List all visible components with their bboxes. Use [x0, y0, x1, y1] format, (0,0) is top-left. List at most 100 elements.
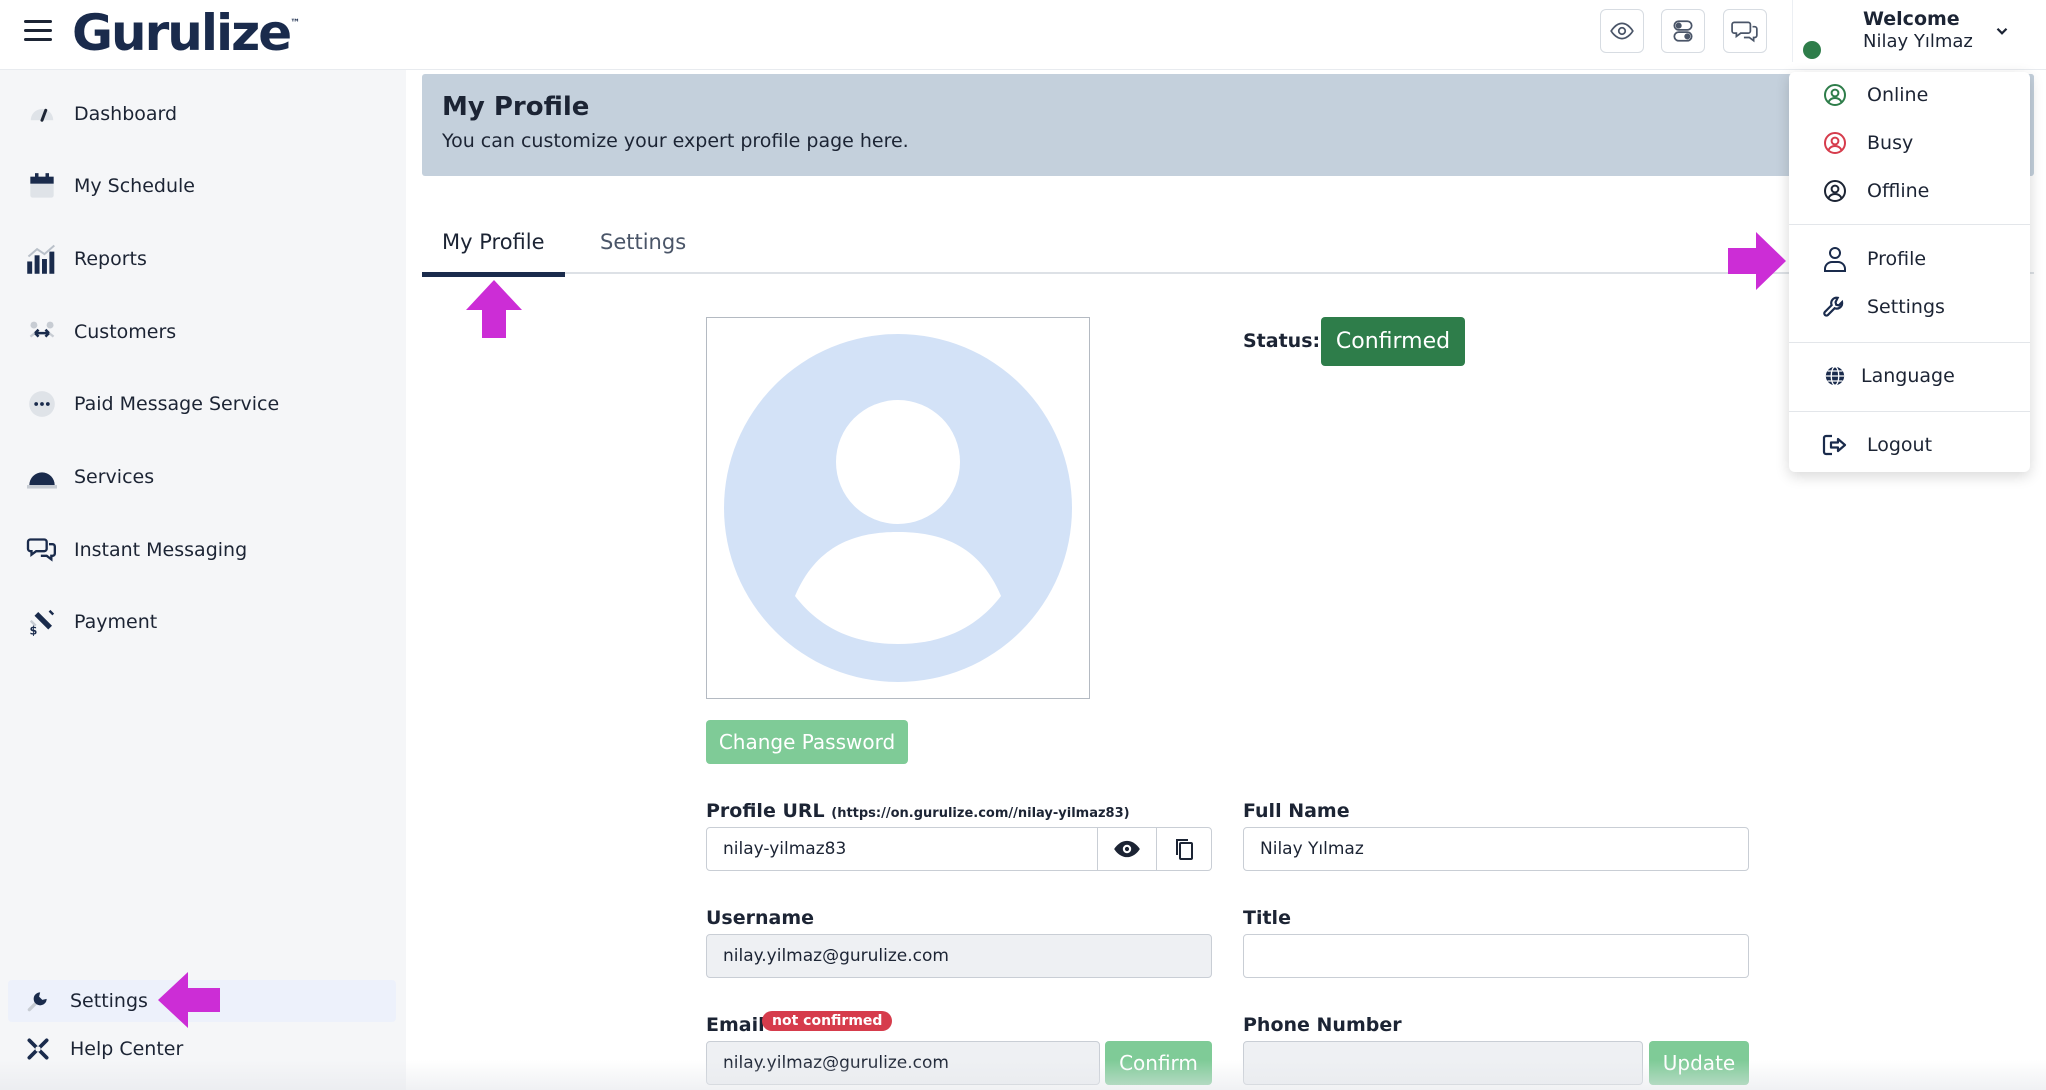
dropdown-divider: [1789, 224, 2030, 225]
toggle-icon: [1673, 20, 1693, 42]
customers-icon: [24, 314, 60, 350]
chat-icon: [1731, 21, 1758, 43]
sidebar-item-services[interactable]: Services: [24, 455, 394, 499]
copy-icon: [1176, 839, 1193, 860]
dropdown-item-language[interactable]: Language: [1789, 356, 2030, 396]
phone-number-label: Phone Number: [1243, 1014, 1402, 1036]
tools-icon: [20, 1031, 56, 1067]
sidebar-item-help-center[interactable]: Help Center: [20, 1028, 390, 1070]
title-input[interactable]: [1243, 934, 1749, 978]
copy-url-button[interactable]: [1156, 827, 1212, 871]
annotation-arrow-up-icon: [466, 280, 522, 338]
dropdown-item-label: Logout: [1867, 434, 1933, 456]
tab-settings[interactable]: Settings: [580, 230, 706, 272]
sidebar-item-label: Settings: [70, 990, 148, 1012]
tab-my-profile[interactable]: My Profile: [422, 230, 565, 277]
eye-icon: [1610, 22, 1634, 40]
dropdown-divider: [1789, 411, 2030, 412]
dropdown-item-label: Settings: [1867, 296, 1945, 318]
app-logo[interactable]: Gurulize™: [72, 4, 300, 62]
user-menu-toggle[interactable]: Welcome Nilay Yılmaz: [1792, 0, 2030, 62]
dropdown-item-logout[interactable]: Logout: [1789, 425, 2030, 465]
page-title: My Profile: [442, 92, 590, 122]
email-label: Email: [706, 1014, 765, 1036]
change-password-button[interactable]: Change Password: [706, 720, 908, 764]
sidebar-item-label: Dashboard: [74, 103, 178, 125]
sidebar-item-customers[interactable]: Customers: [24, 310, 394, 354]
dropdown-item-label: Online: [1867, 84, 1929, 106]
sidebar-item-label: Instant Messaging: [74, 539, 248, 561]
confirm-email-button[interactable]: Confirm: [1105, 1041, 1212, 1085]
wrench-icon: [20, 983, 56, 1019]
update-phone-button[interactable]: Update: [1649, 1041, 1749, 1085]
hamburger-menu-icon[interactable]: [24, 18, 54, 44]
messages-button[interactable]: [1723, 9, 1767, 53]
status-online-option[interactable]: Online: [1789, 75, 2030, 115]
username-label: Username: [706, 907, 815, 929]
sidebar-item-label: Customers: [74, 321, 177, 343]
sidebar-item-label: Services: [74, 466, 155, 488]
email-input: nilay.yilmaz@gurulize.com: [706, 1041, 1100, 1085]
payment-icon: $: [24, 604, 60, 640]
status-offline-option[interactable]: Offline: [1789, 171, 2030, 211]
annotation-arrow-left-icon: [158, 972, 220, 1028]
phone-number-input[interactable]: [1243, 1041, 1643, 1085]
sidebar-item-label: Payment: [74, 611, 158, 633]
online-status-dot: [1803, 41, 1821, 59]
full-name-label: Full Name: [1243, 800, 1350, 822]
dropdown-item-label: Offline: [1867, 180, 1930, 202]
user-name: Nilay Yılmaz: [1863, 31, 1973, 52]
dropdown-item-label: Language: [1861, 365, 1955, 387]
calendar-icon: [24, 168, 60, 204]
logout-icon: [1821, 431, 1849, 459]
sidebar-item-paid-message-service[interactable]: Paid Message Service: [24, 382, 394, 426]
sidebar: Dashboard My Schedule Reports Customers …: [0, 70, 406, 1090]
sidebar-item-label: My Schedule: [74, 175, 195, 197]
email-status-badge: not confirmed: [762, 1011, 893, 1031]
user-circle-offline-icon: [1821, 177, 1849, 205]
wrench-icon: [1821, 293, 1849, 321]
svg-text:$: $: [30, 625, 38, 638]
dropdown-item-label: Profile: [1867, 248, 1927, 270]
profile-url-input[interactable]: nilay-yilmaz83: [706, 827, 1098, 871]
status-busy-option[interactable]: Busy: [1789, 123, 2030, 163]
preview-button[interactable]: [1600, 9, 1644, 53]
dropdown-item-label: Busy: [1867, 132, 1914, 154]
page-subtitle: You can customize your expert profile pa…: [442, 130, 909, 152]
title-label: Title: [1243, 907, 1291, 929]
profile-url-label: Profile URL (https://on.gurulize.com//ni…: [706, 800, 1130, 822]
gauge-icon: [24, 96, 60, 132]
dropdown-item-profile[interactable]: Profile: [1789, 239, 2030, 279]
eye-icon: [1114, 840, 1140, 858]
globe-icon: [1821, 362, 1849, 390]
user-icon: [1821, 245, 1849, 273]
cloche-icon: [24, 459, 60, 495]
message-dots-icon: [24, 386, 60, 422]
avatar-upload[interactable]: [706, 317, 1090, 699]
sidebar-item-my-schedule[interactable]: My Schedule: [24, 164, 394, 208]
dropdown-divider: [1789, 342, 2030, 343]
status-badge: Confirmed: [1321, 317, 1465, 366]
dropdown-item-settings[interactable]: Settings: [1789, 287, 2030, 327]
full-name-input[interactable]: Nilay Yılmaz: [1243, 827, 1749, 871]
bar-chart-icon: [24, 241, 60, 277]
chat-bubbles-icon: [24, 532, 60, 568]
sidebar-item-payment[interactable]: $ Payment: [24, 600, 394, 644]
toggle-button[interactable]: [1661, 9, 1705, 53]
view-profile-button[interactable]: [1097, 827, 1157, 871]
sidebar-item-label: Reports: [74, 248, 147, 270]
user-dropdown-menu: Online Busy Offline Profile Settings Lan…: [1789, 72, 2030, 472]
sidebar-item-reports[interactable]: Reports: [24, 237, 394, 281]
sidebar-item-label: Paid Message Service: [74, 393, 280, 415]
user-circle-busy-icon: [1821, 129, 1849, 157]
top-bar: Gurulize™ Welcome Nilay Yılmaz: [0, 0, 2046, 70]
annotation-arrow-right-icon: [1728, 232, 1786, 290]
username-input: nilay.yilmaz@gurulize.com: [706, 934, 1212, 978]
profile-url-hint: (https://on.gurulize.com//nilay-yilmaz83…: [831, 806, 1130, 821]
status-label: Status:: [1243, 330, 1321, 352]
sidebar-item-dashboard[interactable]: Dashboard: [24, 92, 394, 136]
sidebar-item-instant-messaging[interactable]: Instant Messaging: [24, 528, 394, 572]
welcome-title: Welcome: [1863, 8, 1960, 30]
avatar-placeholder-icon: [724, 334, 1072, 682]
sidebar-item-label: Help Center: [70, 1038, 184, 1060]
